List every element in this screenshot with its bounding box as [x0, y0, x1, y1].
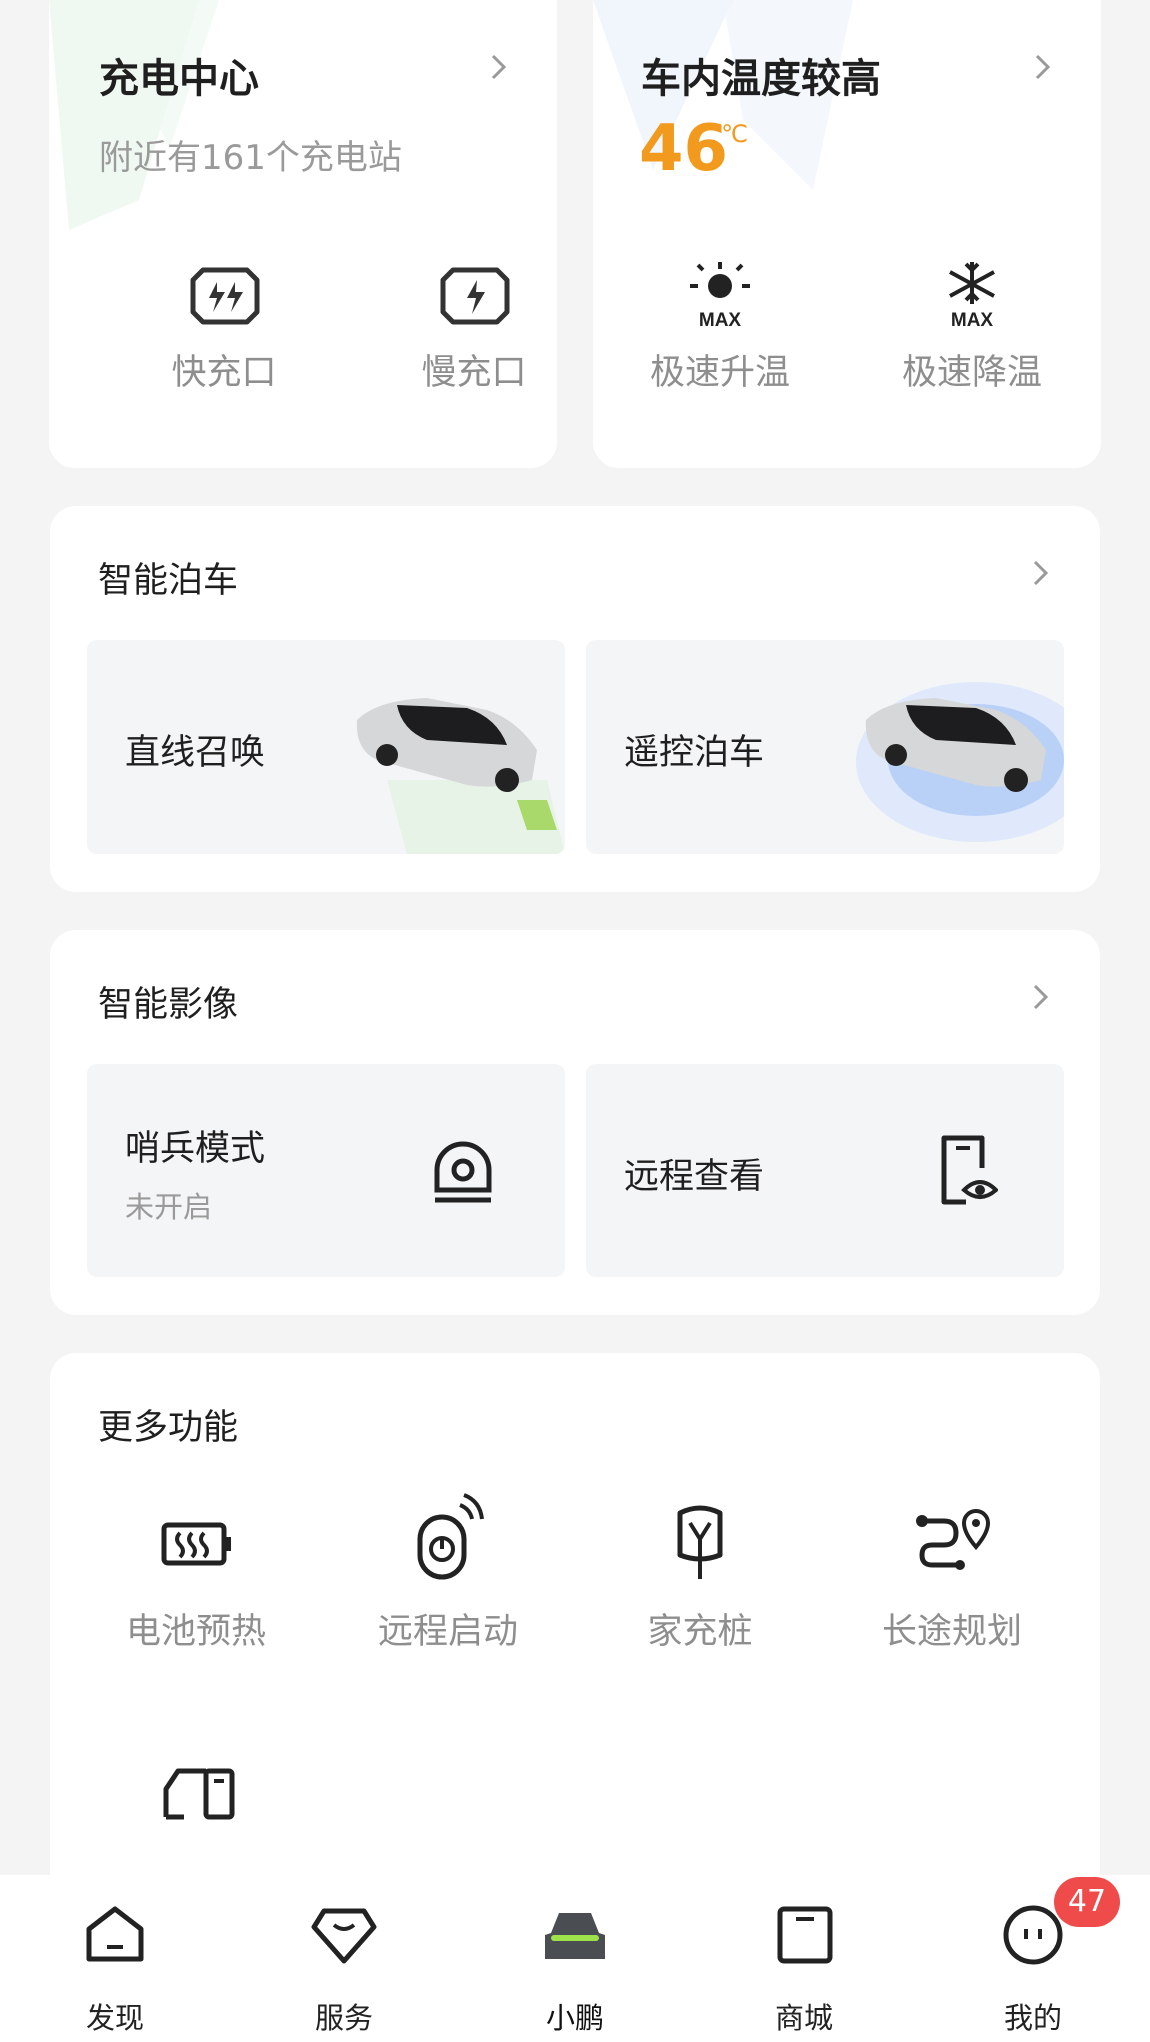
temperature-value: 46: [639, 112, 729, 186]
chevron-right-icon[interactable]: [483, 52, 513, 82]
smart-parking-title: 智能泊车: [98, 561, 239, 601]
nav-item-xpeng[interactable]: 小鹏: [475, 1875, 675, 2042]
battery-heat-icon: [161, 1522, 231, 1566]
more-item-label: 远程启动: [377, 1612, 518, 1652]
car-summon-illustration: [356, 698, 565, 854]
more-item-label: 家充桩: [647, 1612, 753, 1652]
battery-preheat-button[interactable]: 电池预热: [96, 1503, 296, 1653]
smart-parking-card: 智能泊车 直线召唤 遥控泊车: [50, 506, 1100, 892]
climate-title: 车内温度较高: [641, 56, 881, 102]
straight-summon-tile[interactable]: 直线召唤: [87, 640, 565, 854]
camera-icon: [434, 1141, 492, 1203]
trip-planning-button[interactable]: 长途规划: [852, 1503, 1052, 1653]
climate-card[interactable]: 车内温度较高 46 ℃ MAX 极速升温 MAX 极速降温: [593, 0, 1101, 468]
chevron-right-icon[interactable]: [1025, 558, 1055, 588]
notification-badge: 47: [1054, 1877, 1120, 1927]
charging-title: 充电中心: [99, 56, 259, 102]
car-remote-illustration: [856, 682, 1064, 842]
smart-imaging-title: 智能影像: [98, 985, 239, 1025]
home-icon: [86, 1906, 144, 1962]
more-functions-title: 更多功能: [98, 1408, 239, 1448]
bottom-nav: 发现 服务 小鹏 商城 我的: [0, 1875, 1150, 2042]
charging-card[interactable]: 充电中心 附近有161个充电站 快充口 慢充口: [49, 0, 557, 468]
nav-label: 服务: [314, 2001, 373, 2035]
chevron-right-icon[interactable]: [1025, 982, 1055, 1012]
phone-eye-icon: [941, 1135, 998, 1205]
svg-text:MAX: MAX: [699, 310, 742, 331]
nav-item-service[interactable]: 服务: [244, 1875, 444, 2042]
snowflake-max-icon: MAX: [949, 262, 995, 331]
home-charger-icon: [677, 1505, 723, 1579]
svg-text:MAX: MAX: [951, 310, 994, 331]
more-item-label: 电池预热: [125, 1612, 266, 1652]
charging-subtitle: 附近有161个充电站: [99, 138, 402, 178]
remote-view-tile[interactable]: 远程查看: [586, 1064, 1064, 1277]
remote-view-label: 远程查看: [624, 1157, 765, 1197]
rapid-cool-button[interactable]: MAX 极速降温: [872, 260, 1072, 410]
remote-start-icon: [417, 1493, 484, 1580]
route-pin-icon: [916, 1508, 991, 1570]
shopping-bag-icon: [777, 1906, 833, 1964]
straight-summon-label: 直线召唤: [125, 733, 266, 773]
fast-charge-icon: [190, 267, 260, 325]
sentry-mode-tile[interactable]: 哨兵模式 未开启: [87, 1064, 565, 1277]
sentry-mode-status: 未开启: [125, 1190, 213, 1224]
rapid-cool-label: 极速降温: [901, 353, 1042, 393]
fast-charge-port-button[interactable]: 快充口: [124, 260, 324, 410]
nav-label: 商城: [774, 2001, 833, 2035]
home-charger-button[interactable]: 家充桩: [600, 1503, 800, 1653]
remote-start-button[interactable]: 远程启动: [348, 1493, 548, 1653]
nav-label: 小鹏: [545, 2001, 604, 2035]
car-phone-icon: [163, 1768, 235, 1820]
car-front-icon: [545, 1913, 605, 1959]
more-item-label: 长途规划: [881, 1612, 1022, 1652]
rapid-heat-label: 极速升温: [649, 353, 790, 393]
slow-charge-port-button[interactable]: 慢充口: [374, 260, 557, 410]
rapid-heat-button[interactable]: MAX 极速升温: [620, 260, 820, 410]
slow-charge-label: 慢充口: [421, 353, 527, 393]
nav-label: 发现: [85, 2001, 144, 2035]
nav-item-discover[interactable]: 发现: [15, 1875, 215, 2042]
remote-parking-tile[interactable]: 遥控泊车: [586, 640, 1064, 854]
slow-charge-icon: [440, 267, 510, 325]
chevron-right-icon[interactable]: [1027, 52, 1057, 82]
smart-imaging-card: 智能影像 哨兵模式 未开启 远程查看: [50, 930, 1100, 1315]
sentry-mode-label: 哨兵模式: [125, 1129, 266, 1169]
nav-label: 我的: [1003, 2001, 1062, 2035]
fast-charge-label: 快充口: [171, 353, 277, 393]
extra-function-button[interactable]: [96, 1763, 296, 1883]
nav-item-mall[interactable]: 商城: [704, 1875, 904, 2042]
remote-parking-label: 遥控泊车: [624, 733, 765, 773]
temperature-unit: ℃: [721, 120, 748, 148]
sun-max-icon: MAX: [690, 262, 750, 331]
diamond-icon: [311, 1908, 377, 1964]
